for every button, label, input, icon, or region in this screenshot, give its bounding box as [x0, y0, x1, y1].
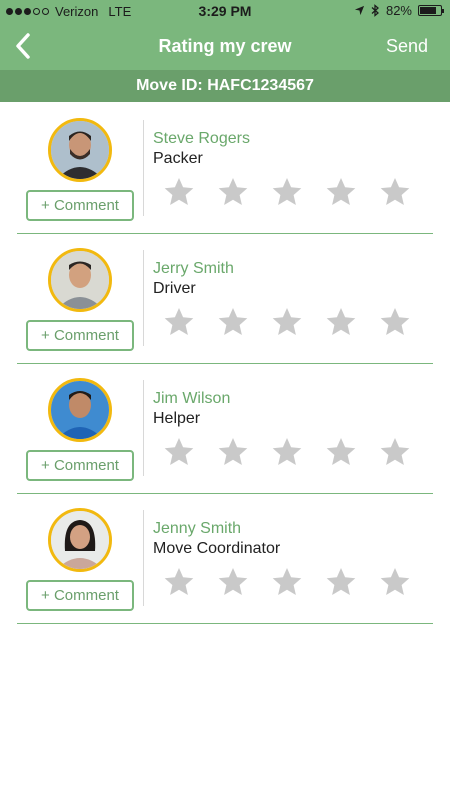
crew-name: Jim Wilson	[153, 390, 231, 407]
star-icon[interactable]	[325, 306, 357, 338]
send-button[interactable]: Send	[386, 36, 428, 57]
move-id-banner: Move ID: HAFC1234567	[0, 70, 450, 102]
crew-name: Jenny Smith	[153, 520, 242, 537]
star-icon[interactable]	[325, 566, 357, 598]
crew-list: + Comment Steve Rogers Packer + Comment …	[0, 104, 450, 624]
battery-percent: 82%	[385, 3, 412, 18]
star-icon[interactable]	[379, 176, 411, 208]
crew-row: + Comment Jerry Smith Driver	[17, 234, 433, 364]
column-divider	[143, 380, 144, 476]
star-icon[interactable]	[217, 176, 249, 208]
crew-name: Jerry Smith	[153, 260, 234, 277]
star-icon[interactable]	[379, 306, 411, 338]
star-icon[interactable]	[217, 306, 249, 338]
status-right: 82%	[354, 3, 444, 18]
crew-role: Move Coordinator	[153, 540, 281, 557]
star-icon[interactable]	[271, 176, 303, 208]
column-divider	[143, 120, 144, 216]
crew-role: Driver	[153, 280, 196, 297]
star-icon[interactable]	[163, 176, 195, 208]
nav-bar: Rating my crew Send	[0, 26, 450, 66]
star-icon[interactable]	[163, 306, 195, 338]
column-divider	[143, 510, 144, 606]
star-icon[interactable]	[271, 566, 303, 598]
star-rating	[163, 566, 411, 598]
crew-name: Steve Rogers	[153, 130, 250, 147]
star-rating	[163, 436, 411, 468]
star-rating	[163, 176, 411, 208]
location-arrow-icon	[354, 5, 365, 16]
star-icon[interactable]	[217, 436, 249, 468]
star-icon[interactable]	[271, 436, 303, 468]
star-icon[interactable]	[163, 566, 195, 598]
crew-row: + Comment Jim Wilson Helper	[17, 364, 433, 494]
star-icon[interactable]	[271, 306, 303, 338]
star-icon[interactable]	[379, 566, 411, 598]
crew-role: Packer	[153, 150, 203, 167]
header-bar: Verizon LTE 3:29 PM 82% Rating my crew S…	[0, 0, 450, 70]
status-bar: Verizon LTE 3:29 PM 82%	[0, 0, 450, 22]
avatar	[48, 248, 112, 312]
star-icon[interactable]	[325, 436, 357, 468]
avatar	[48, 508, 112, 572]
crew-role: Helper	[153, 410, 201, 427]
avatar	[48, 118, 112, 182]
star-icon[interactable]	[379, 436, 411, 468]
add-comment-button[interactable]: + Comment	[26, 580, 134, 611]
star-icon[interactable]	[325, 176, 357, 208]
star-rating	[163, 306, 411, 338]
add-comment-button[interactable]: + Comment	[26, 190, 134, 221]
add-comment-button[interactable]: + Comment	[26, 450, 134, 481]
page-title: Rating my crew	[158, 36, 292, 56]
crew-row: + Comment Steve Rogers Packer	[17, 104, 433, 234]
battery-icon	[418, 5, 444, 16]
star-icon[interactable]	[163, 436, 195, 468]
star-icon[interactable]	[217, 566, 249, 598]
avatar	[48, 378, 112, 442]
column-divider	[143, 250, 144, 346]
bluetooth-icon	[371, 4, 379, 17]
crew-row: + Comment Jenny Smith Move Coordinator	[17, 494, 433, 624]
add-comment-button[interactable]: + Comment	[26, 320, 134, 351]
